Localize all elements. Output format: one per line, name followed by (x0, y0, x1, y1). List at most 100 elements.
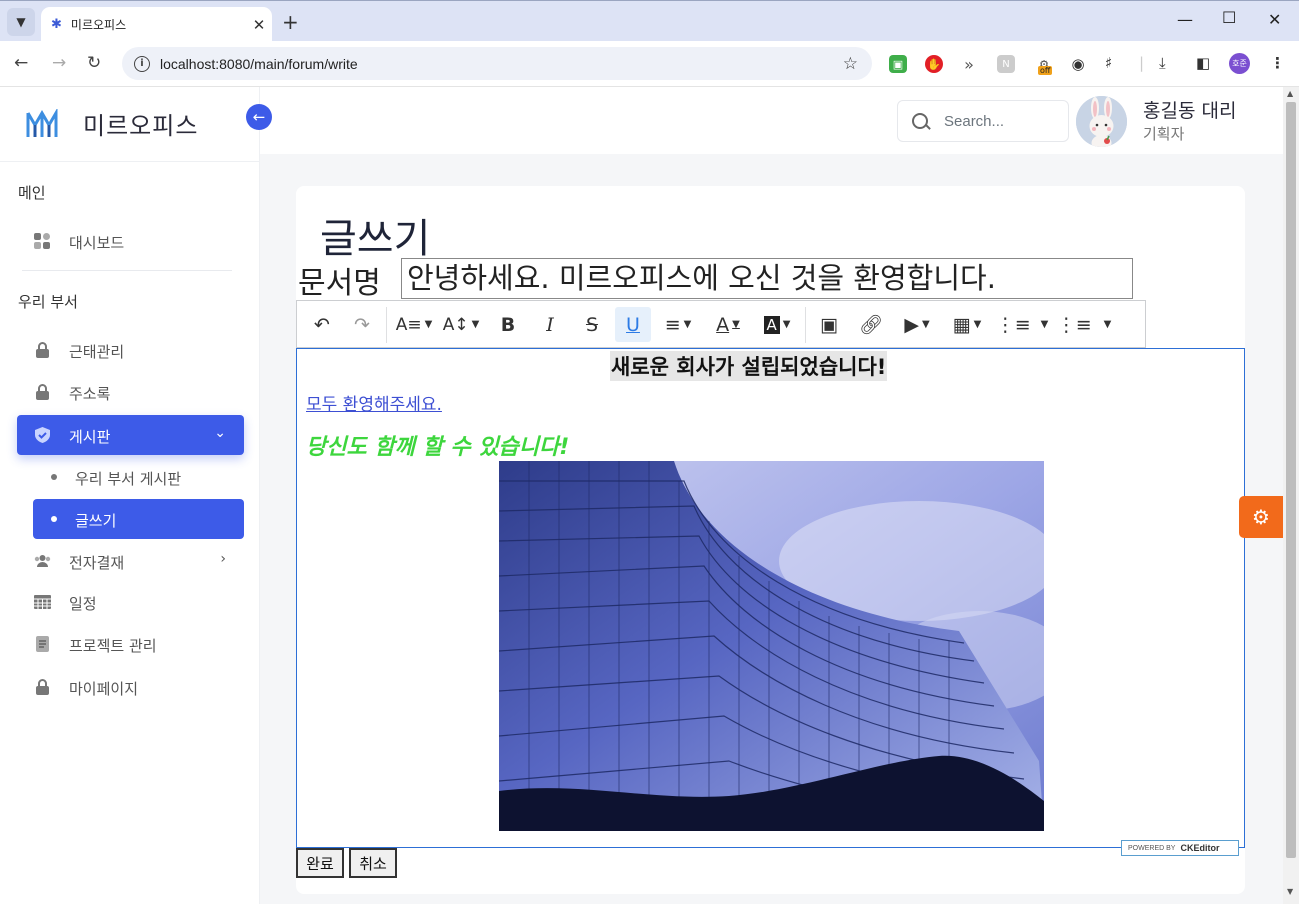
url-text: localhost:8080/main/forum/write (160, 55, 358, 72)
extension-stop-icon[interactable]: ✋ (925, 55, 943, 73)
chevron-down-icon: ▼ (732, 319, 740, 330)
sidebar-item-attendance[interactable]: 근태관리 (17, 330, 244, 370)
strikethrough-icon: S (585, 313, 599, 336)
sidebar-item-label: 일정 (69, 595, 97, 613)
strikethrough-button[interactable]: S (577, 307, 607, 342)
avatar[interactable] (1076, 96, 1127, 147)
sidebar-collapse-button[interactable]: ← (246, 104, 272, 130)
powered-label: POWERED BY (1128, 844, 1176, 852)
reload-button[interactable]: ↻ (87, 53, 101, 73)
font-color-icon: A (716, 313, 730, 336)
scroll-up-icon[interactable]: ▲ (1287, 89, 1293, 98)
table-icon: ▦ (952, 313, 971, 336)
search-input[interactable] (944, 112, 1054, 130)
scroll-down-icon[interactable]: ▼ (1287, 887, 1293, 896)
address-bar[interactable]: i localhost:8080/main/forum/write ☆ (122, 47, 872, 80)
font-size-icon: A↕ (442, 314, 469, 335)
link-button[interactable]: 🔗︎ (855, 307, 887, 342)
users-icon (34, 555, 51, 567)
site-info-icon[interactable]: i (134, 55, 150, 72)
maximize-button[interactable]: ☐ (1222, 8, 1236, 27)
bookmark-star-icon[interactable]: ☆ (843, 54, 858, 74)
browser-tab[interactable]: ✱ 미르오피스 ✕ (41, 7, 272, 42)
editor-content[interactable]: 새로운 회사가 설립되었습니다! 모두 환영해주세요. 당신도 함께 할 수 있… (296, 348, 1245, 848)
undo-icon: ↶ (314, 313, 330, 336)
download-icon[interactable]: ⤓ (1159, 54, 1166, 72)
doc-name-input[interactable]: 안녕하세요. 미르오피스에 오신 것을 환영합니다. (401, 258, 1133, 299)
sidebar-item-board[interactable]: 게시판 ⌄ (17, 415, 244, 455)
write-card: 글쓰기 문서명 안녕하세요. 미르오피스에 오신 것을 환영합니다. ↶ ↷ A… (296, 186, 1245, 894)
underline-button[interactable]: U (615, 307, 651, 342)
forward-button[interactable]: → (52, 53, 66, 73)
numbered-list-dropdown[interactable]: ⋮≡ ▼ (1057, 307, 1112, 342)
side-panel-icon[interactable]: ◧ (1196, 54, 1210, 72)
sidebar-item-mypage[interactable]: 마이페이지 (17, 667, 244, 707)
page-scrollbar[interactable]: ▲ ▼ (1283, 87, 1299, 904)
extension-arrows-icon[interactable]: » (960, 55, 978, 74)
bold-button[interactable]: B (493, 307, 523, 342)
browser-toolbar: ← → ↻ i localhost:8080/main/forum/write … (0, 41, 1299, 87)
brand-name: 미르오피스 (83, 112, 199, 140)
close-window-button[interactable]: ✕ (1268, 10, 1281, 29)
extension-green-icon[interactable]: ▣ (889, 55, 907, 73)
bullet-icon (51, 516, 57, 522)
sidebar-item-label: 프로젝트 관리 (69, 637, 157, 655)
settings-fab[interactable]: ⚙ (1239, 496, 1283, 538)
sidebar-subitem-dept-board[interactable]: 우리 부서 게시판 (33, 457, 244, 497)
brand[interactable]: 미르오피스 (0, 87, 260, 162)
minimize-button[interactable]: — (1177, 10, 1193, 29)
sidebar-subitem-write[interactable]: 글쓰기 (33, 499, 244, 539)
ckeditor-powered-badge[interactable]: POWERED BY CKEditor (1121, 840, 1239, 856)
media-embed-dropdown[interactable]: ▶ ▼ (897, 307, 937, 342)
doc-name-label: 문서명 (298, 266, 381, 301)
profile-avatar[interactable]: 호준 (1229, 53, 1250, 74)
back-button[interactable]: ← (14, 53, 28, 73)
sidebar-item-label: 마이페이지 (69, 680, 139, 698)
italic-icon: I (546, 313, 554, 336)
sidebar-item-label: 대시보드 (69, 234, 125, 252)
new-tab-button[interactable]: + (282, 10, 299, 34)
tab-title: 미르오피스 (70, 18, 127, 32)
sidebar-item-approval[interactable]: 전자결재 › (17, 541, 244, 581)
extensions-puzzle-icon[interactable]: ♯ (1105, 54, 1112, 72)
font-family-icon: A≡ (395, 314, 422, 335)
scroll-thumb[interactable] (1286, 102, 1296, 858)
editor-heading: 새로운 회사가 설립되었습니다! (610, 351, 888, 381)
font-size-dropdown[interactable]: A↕ ▼ (441, 307, 481, 342)
lock-icon (36, 342, 49, 358)
background-color-dropdown[interactable]: A ▼ (757, 307, 797, 342)
sidebar-item-dashboard[interactable]: 대시보드 (17, 221, 244, 261)
shield-icon (35, 427, 50, 443)
italic-button[interactable]: I (535, 307, 565, 342)
chevron-down-icon: ⌄ (214, 425, 226, 441)
submit-button[interactable]: 완료 (296, 848, 344, 878)
search-box[interactable] (897, 100, 1069, 142)
sidebar-item-projects[interactable]: 프로젝트 관리 (17, 624, 244, 664)
font-color-dropdown[interactable]: A ▼ (709, 307, 747, 342)
bulleted-list-dropdown[interactable]: ⋮≡ ▼ (996, 307, 1049, 342)
editor-link[interactable]: 모두 환영해주세요. (306, 390, 442, 415)
close-tab-icon[interactable]: ✕ (246, 16, 272, 34)
link-icon: 🔗︎ (858, 314, 884, 336)
app-root: 미르오피스 메인 대시보드 우리 부서 근태관리 주소록 게시판 ⌄ 우리 부서… (0, 87, 1283, 904)
alignment-dropdown[interactable]: ≡ ▼ (659, 307, 697, 342)
undo-button[interactable]: ↶ (307, 307, 337, 342)
chevron-down-icon: ▼ (424, 319, 433, 330)
sidebar-item-schedule[interactable]: 일정 (17, 582, 244, 622)
chevron-down-icon: ▼ (1040, 319, 1049, 330)
kebab-menu-icon[interactable]: ⋮ (1270, 54, 1285, 72)
sidebar-item-addressbook[interactable]: 주소록 (17, 372, 244, 412)
font-family-dropdown[interactable]: A≡ ▼ (395, 307, 433, 342)
tab-search-button[interactable]: ▼ (7, 8, 35, 36)
extension-n-icon[interactable]: N (997, 55, 1015, 73)
image-upload-button[interactable]: ▣ (813, 307, 845, 342)
extension-record-icon[interactable]: ◉ (1069, 55, 1087, 73)
table-dropdown[interactable]: ▦ ▼ (947, 307, 987, 342)
editor-image[interactable] (499, 461, 1044, 831)
redo-button[interactable]: ↷ (347, 307, 377, 342)
extension-off-badge: off (1038, 66, 1053, 75)
cancel-button[interactable]: 취소 (349, 848, 397, 878)
top-header: 홍길동 대리 기획자 (260, 87, 1283, 154)
toolbar-separator (805, 307, 806, 343)
chevron-right-icon: › (220, 551, 226, 567)
